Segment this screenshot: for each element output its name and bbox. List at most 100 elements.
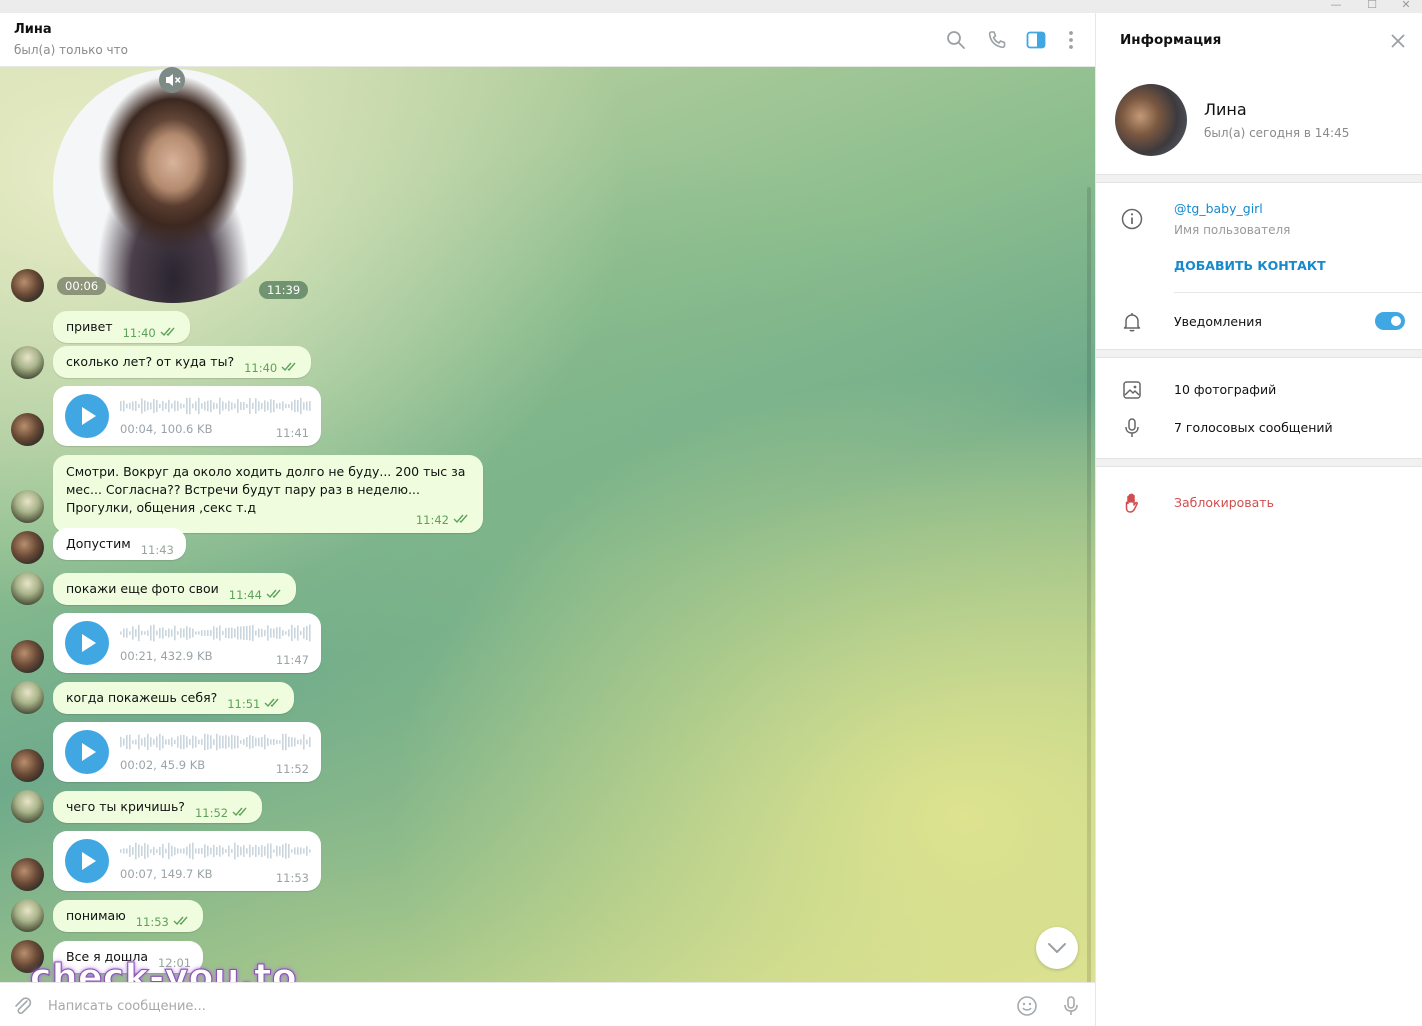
search-icon[interactable] bbox=[944, 28, 968, 52]
read-checks-icon bbox=[160, 327, 175, 337]
message-composer bbox=[0, 982, 1095, 1026]
avatar[interactable] bbox=[11, 572, 44, 605]
video-message[interactable] bbox=[53, 69, 293, 303]
phone-icon[interactable] bbox=[985, 28, 1009, 52]
video-duration: 00:06 bbox=[57, 277, 107, 295]
message-bubble[interactable]: Смотри. Вокруг да около ходить долго не … bbox=[53, 455, 483, 533]
message-text: привет bbox=[66, 319, 113, 334]
chat-messages-area[interactable]: 00:06 11:39 привет 11:40 сколько лет? от … bbox=[0, 67, 1095, 982]
message-time: 11:43 bbox=[140, 543, 174, 557]
section-divider bbox=[1096, 349, 1422, 358]
avatar[interactable] bbox=[11, 858, 44, 891]
message-text: Допустим bbox=[66, 536, 131, 551]
chat-title[interactable]: Лина bbox=[14, 22, 52, 37]
attach-icon[interactable] bbox=[10, 994, 34, 1018]
message-time: 11:40 bbox=[122, 326, 156, 340]
profile-status: был(а) сегодня в 14:45 bbox=[1204, 126, 1350, 140]
chat-header: Лина был(а) только что bbox=[0, 13, 1095, 67]
block-button[interactable]: Заблокировать bbox=[1174, 495, 1274, 510]
message-bubble[interactable]: понимаю 11:53 bbox=[53, 900, 203, 932]
sidebar-toggle-icon[interactable] bbox=[1024, 28, 1048, 52]
voice-message[interactable]: 00:02, 45.9 KB 11:52 bbox=[53, 722, 321, 782]
close-icon[interactable] bbox=[1388, 31, 1408, 51]
message-input[interactable] bbox=[48, 995, 948, 1017]
message-bubble[interactable]: чего ты кричишь? 11:52 bbox=[53, 791, 263, 823]
read-checks-icon bbox=[232, 807, 247, 817]
waveform[interactable] bbox=[120, 841, 312, 861]
maximize-window-icon[interactable]: ☐ bbox=[1362, 0, 1382, 12]
voice-message[interactable]: 00:21, 432.9 KB 11:47 bbox=[53, 613, 321, 673]
message-text: покажи еще фото свои bbox=[66, 581, 219, 596]
message-text: понимаю bbox=[66, 908, 126, 923]
read-checks-icon bbox=[266, 589, 281, 599]
message-bubble[interactable]: когда покажешь себя? 11:51 bbox=[53, 682, 295, 714]
chevron-down-icon bbox=[1048, 943, 1066, 953]
message-text: чего ты кричишь? bbox=[66, 799, 185, 814]
panel-title: Информация bbox=[1120, 32, 1222, 48]
voice-message[interactable]: 00:04, 100.6 KB 11:41 bbox=[53, 386, 321, 446]
waveform[interactable] bbox=[120, 623, 312, 643]
avatar[interactable] bbox=[11, 899, 44, 932]
play-icon[interactable] bbox=[65, 839, 109, 883]
play-icon[interactable] bbox=[65, 394, 109, 438]
message-time: 11:42 bbox=[415, 513, 449, 527]
message-time: 11:41 bbox=[275, 426, 309, 440]
scroll-down-button[interactable] bbox=[1036, 927, 1078, 969]
message-text: Смотри. Вокруг да около ходить долго не … bbox=[66, 464, 466, 515]
username-label: Имя пользователя bbox=[1174, 223, 1291, 237]
message-time: 11:52 bbox=[275, 762, 309, 776]
message-bubble[interactable]: сколько лет? от куда ты? 11:40 bbox=[53, 346, 312, 378]
play-icon[interactable] bbox=[65, 730, 109, 774]
avatar[interactable] bbox=[11, 681, 44, 714]
microphone-icon bbox=[1120, 416, 1144, 440]
notifications-label: Уведомления bbox=[1174, 314, 1262, 329]
message-text: когда покажешь себя? bbox=[66, 690, 218, 705]
avatar[interactable] bbox=[11, 490, 44, 523]
photos-item[interactable]: 10 фотографий bbox=[1174, 382, 1276, 397]
microphone-icon[interactable] bbox=[1059, 994, 1083, 1018]
avatar[interactable] bbox=[11, 790, 44, 823]
minimize-window-icon[interactable]: — bbox=[1326, 0, 1346, 12]
bell-icon bbox=[1120, 310, 1144, 334]
avatar[interactable] bbox=[11, 531, 44, 564]
mute-icon[interactable] bbox=[159, 67, 185, 93]
more-vertical-icon[interactable] bbox=[1059, 28, 1083, 52]
voice-meta: 00:02, 45.9 KB bbox=[120, 758, 206, 772]
info-icon bbox=[1120, 207, 1144, 231]
chat-scrollbar[interactable] bbox=[1087, 187, 1091, 982]
chat-status: был(а) только что bbox=[14, 43, 128, 57]
read-checks-icon bbox=[264, 698, 279, 708]
voice-meta: 00:21, 432.9 KB bbox=[120, 649, 213, 663]
section-divider bbox=[1096, 174, 1422, 183]
voice-message[interactable]: 00:07, 149.7 KB 11:53 bbox=[53, 831, 321, 891]
read-checks-icon bbox=[173, 916, 188, 926]
message-bubble[interactable]: покажи еще фото свои 11:44 bbox=[53, 573, 296, 605]
avatar[interactable] bbox=[11, 346, 44, 379]
waveform[interactable] bbox=[120, 396, 312, 416]
message-bubble[interactable]: привет 11:40 bbox=[53, 311, 190, 343]
message-time: 11:52 bbox=[194, 806, 229, 820]
emoji-icon[interactable] bbox=[1015, 994, 1039, 1018]
message-time: 11:53 bbox=[135, 915, 169, 929]
voice-meta: 00:07, 149.7 KB bbox=[120, 867, 213, 881]
window-titlebar: — ☐ ✕ bbox=[0, 0, 1422, 13]
profile-avatar[interactable] bbox=[1115, 84, 1187, 156]
section-divider bbox=[1096, 458, 1422, 467]
message-bubble[interactable]: Допустим 11:43 bbox=[53, 528, 186, 560]
waveform[interactable] bbox=[120, 732, 312, 752]
hand-block-icon bbox=[1120, 491, 1144, 515]
message-text: сколько лет? от куда ты? bbox=[66, 354, 235, 369]
message-time: 11:53 bbox=[275, 871, 309, 885]
username-link[interactable]: @tg_baby_girl bbox=[1174, 201, 1263, 216]
avatar[interactable] bbox=[11, 269, 44, 302]
play-icon[interactable] bbox=[65, 621, 109, 665]
notifications-toggle[interactable] bbox=[1375, 312, 1405, 330]
avatar[interactable] bbox=[11, 749, 44, 782]
avatar[interactable] bbox=[11, 640, 44, 673]
voice-messages-item[interactable]: 7 голосовых сообщений bbox=[1174, 420, 1333, 435]
message-time: 11:40 bbox=[244, 361, 278, 375]
close-window-icon[interactable]: ✕ bbox=[1396, 0, 1416, 12]
read-checks-icon bbox=[453, 514, 468, 524]
add-contact-button[interactable]: ДОБАВИТЬ КОНТАКТ bbox=[1174, 258, 1326, 273]
avatar[interactable] bbox=[11, 413, 44, 446]
